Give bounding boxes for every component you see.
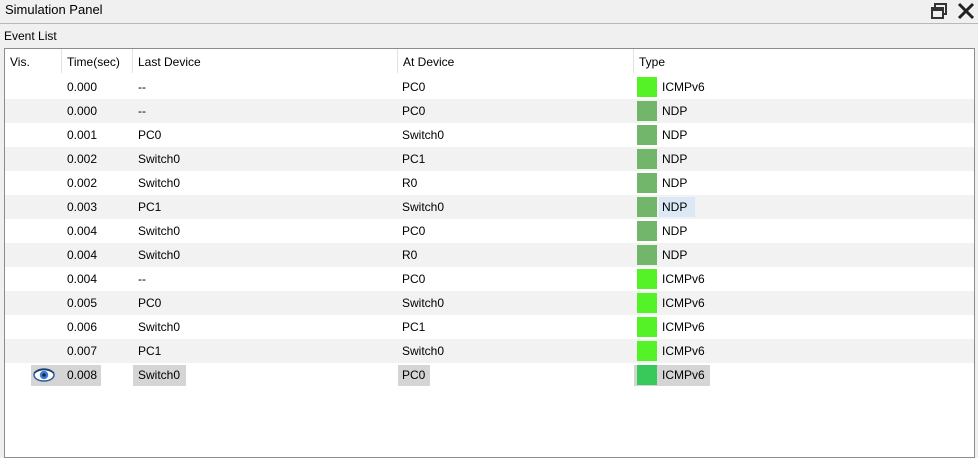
type-color-swatch[interactable] bbox=[637, 125, 657, 145]
type-color-swatch[interactable] bbox=[637, 293, 657, 313]
event-list-table: Vis. Time(sec) Last Device At Device Typ… bbox=[4, 48, 975, 458]
type-color-swatch[interactable] bbox=[637, 341, 657, 361]
cell-at-device: R0 bbox=[402, 176, 418, 190]
restore-window-icon[interactable] bbox=[930, 2, 948, 20]
cell-last-device: Switch0 bbox=[138, 320, 181, 334]
cell-type: NDP bbox=[662, 128, 688, 142]
cell-type: NDP bbox=[662, 104, 688, 118]
type-color-swatch[interactable] bbox=[637, 245, 657, 265]
cell-time: 0.002 bbox=[67, 176, 98, 190]
cell-at-device: PC0 bbox=[402, 272, 426, 286]
event-row[interactable]: 0.001 PC0 Switch0 NDP bbox=[5, 123, 974, 147]
cell-type: ICMPv6 bbox=[662, 320, 705, 334]
cell-type: NDP bbox=[662, 248, 688, 262]
cell-at-device: PC0 bbox=[402, 368, 426, 382]
cell-time: 0.003 bbox=[67, 200, 98, 214]
cell-last-device: Switch0 bbox=[138, 176, 181, 190]
close-icon[interactable] bbox=[956, 1, 976, 21]
eye-icon[interactable] bbox=[33, 367, 55, 383]
cell-at-device: Switch0 bbox=[402, 344, 445, 358]
cell-type: ICMPv6 bbox=[662, 344, 705, 358]
cell-at-device: PC0 bbox=[402, 104, 426, 118]
cell-last-device: PC1 bbox=[138, 344, 162, 358]
cell-type: ICMPv6 bbox=[662, 296, 705, 310]
cell-time: 0.001 bbox=[67, 128, 98, 142]
event-list-label: Event List bbox=[4, 29, 57, 43]
cell-time: 0.004 bbox=[67, 272, 98, 286]
cell-last-device: Switch0 bbox=[138, 368, 181, 382]
cell-last-device: Switch0 bbox=[138, 152, 181, 166]
event-row[interactable]: 0.003 PC1 Switch0 NDP bbox=[5, 195, 974, 219]
cell-time: 0.000 bbox=[67, 80, 98, 94]
panel-title: Simulation Panel bbox=[5, 2, 103, 17]
type-color-swatch[interactable] bbox=[637, 197, 657, 217]
type-color-swatch[interactable] bbox=[637, 149, 657, 169]
column-header-at-device[interactable]: At Device bbox=[398, 49, 634, 73]
cell-time: 0.007 bbox=[67, 344, 98, 358]
event-row[interactable]: 0.008 Switch0 PC0 ICMPv6 bbox=[5, 363, 974, 387]
cell-last-device: Switch0 bbox=[138, 224, 181, 238]
type-color-swatch[interactable] bbox=[637, 77, 657, 97]
cell-at-device: PC0 bbox=[402, 224, 426, 238]
type-color-swatch[interactable] bbox=[637, 269, 657, 289]
cell-time: 0.005 bbox=[67, 296, 98, 310]
column-header-vis[interactable]: Vis. bbox=[5, 49, 62, 73]
type-color-swatch[interactable] bbox=[637, 101, 657, 121]
cell-type: ICMPv6 bbox=[662, 80, 705, 94]
event-row[interactable]: 0.002 Switch0 R0 NDP bbox=[5, 171, 974, 195]
event-row[interactable]: 0.000 -- PC0 ICMPv6 bbox=[5, 75, 974, 99]
event-row[interactable]: 0.002 Switch0 PC1 NDP bbox=[5, 147, 974, 171]
cell-at-device: Switch0 bbox=[402, 296, 445, 310]
cell-last-device: PC0 bbox=[138, 128, 162, 142]
cell-type: NDP bbox=[662, 224, 688, 238]
event-row[interactable]: 0.007 PC1 Switch0 ICMPv6 bbox=[5, 339, 974, 363]
cell-at-device: PC0 bbox=[402, 80, 426, 94]
cell-last-device: -- bbox=[138, 104, 146, 118]
column-header-type[interactable]: Type bbox=[634, 49, 974, 73]
cell-at-device: PC1 bbox=[402, 320, 426, 334]
type-color-swatch[interactable] bbox=[637, 221, 657, 241]
cell-at-device: R0 bbox=[402, 248, 418, 262]
event-row[interactable]: 0.005 PC0 Switch0 ICMPv6 bbox=[5, 291, 974, 315]
type-color-swatch[interactable] bbox=[637, 173, 657, 193]
column-header-last-device[interactable]: Last Device bbox=[133, 49, 398, 73]
cell-at-device: PC1 bbox=[402, 152, 426, 166]
cell-type: ICMPv6 bbox=[662, 272, 705, 286]
cell-time: 0.004 bbox=[67, 224, 98, 238]
cell-type: NDP bbox=[662, 200, 688, 214]
cell-time: 0.000 bbox=[67, 104, 98, 118]
event-row[interactable]: 0.004 -- PC0 ICMPv6 bbox=[5, 267, 974, 291]
column-header-time[interactable]: Time(sec) bbox=[62, 49, 133, 73]
cell-type: NDP bbox=[662, 176, 688, 190]
event-row[interactable]: 0.000 -- PC0 NDP bbox=[5, 99, 974, 123]
cell-last-device: Switch0 bbox=[138, 248, 181, 262]
cell-last-device: -- bbox=[138, 272, 146, 286]
cell-type: NDP bbox=[662, 152, 688, 166]
cell-time: 0.008 bbox=[67, 368, 98, 382]
cell-last-device: PC0 bbox=[138, 296, 162, 310]
title-bar: Simulation Panel bbox=[0, 0, 978, 24]
event-row[interactable]: 0.006 Switch0 PC1 ICMPv6 bbox=[5, 315, 974, 339]
table-header: Vis. Time(sec) Last Device At Device Typ… bbox=[5, 49, 974, 73]
cell-time: 0.006 bbox=[67, 320, 98, 334]
cell-time: 0.004 bbox=[67, 248, 98, 262]
event-row[interactable]: 0.004 Switch0 PC0 NDP bbox=[5, 219, 974, 243]
cell-last-device: -- bbox=[138, 80, 146, 94]
cell-last-device: PC1 bbox=[138, 200, 162, 214]
type-color-swatch[interactable] bbox=[637, 365, 657, 385]
cell-at-device: Switch0 bbox=[402, 128, 445, 142]
cell-time: 0.002 bbox=[67, 152, 98, 166]
event-row[interactable]: 0.004 Switch0 R0 NDP bbox=[5, 243, 974, 267]
type-color-swatch[interactable] bbox=[637, 317, 657, 337]
cell-at-device: Switch0 bbox=[402, 200, 445, 214]
cell-type: ICMPv6 bbox=[662, 368, 705, 382]
